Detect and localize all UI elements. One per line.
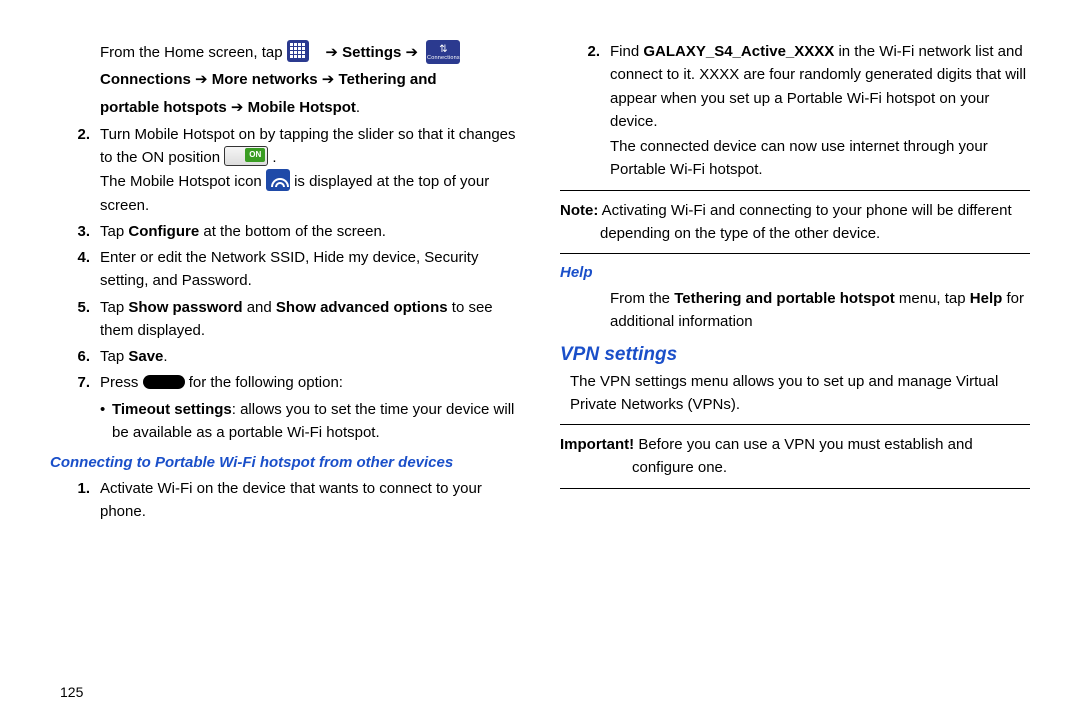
step-2-text-c: The Mobile Hotspot icon: [100, 173, 266, 190]
step-2-text-a: Turn Mobile Hotspot on by tapping the sl…: [100, 126, 516, 166]
hc: menu, tap: [895, 290, 970, 307]
step-7: 7. Press for the following option:: [50, 371, 520, 394]
nav-connections: Connections: [100, 71, 191, 88]
important-block: Important! Before you can use a VPN you …: [560, 433, 1030, 480]
timeout-label: Timeout settings: [112, 401, 232, 418]
settings-label: Settings: [342, 44, 401, 61]
hd: Help: [970, 290, 1003, 307]
important-body: Before you can use a VPN you must establ…: [632, 436, 973, 476]
s5c: and: [243, 299, 276, 316]
c-step-1-body: Activate Wi-Fi on the device that wants …: [100, 477, 520, 524]
step-3-a: Tap: [100, 223, 128, 240]
step-3-b: Configure: [128, 223, 199, 240]
vpn-body: The VPN settings menu allows you to set …: [570, 370, 1030, 417]
heading-help: Help: [560, 262, 1030, 283]
note-block: Note: Activating Wi-Fi and connecting to…: [560, 199, 1030, 246]
s6c: .: [163, 348, 167, 365]
s6b: Save: [128, 348, 163, 365]
page-number: 125: [60, 684, 83, 700]
s7a: Press: [100, 374, 143, 391]
divider-4: [560, 488, 1030, 489]
divider-3: [560, 424, 1030, 425]
nav-portable-hotspots: portable hotspots: [100, 99, 227, 116]
nav-line-2: portable hotspots ➔ Mobile Hotspot.: [100, 96, 520, 119]
connections-icon: ⇅Connections: [426, 40, 460, 64]
nav-tethering-and: Tethering and: [339, 71, 437, 88]
step-6-num: 6.: [64, 345, 90, 368]
step-7-num: 7.: [64, 371, 90, 394]
step-4: 4. Enter or edit the Network SSID, Hide …: [50, 246, 520, 293]
step-2-text-b: .: [272, 149, 276, 166]
step-2: 2. Turn Mobile Hotspot on by tapping the…: [50, 123, 520, 217]
divider-2: [560, 253, 1030, 254]
nav-line-1: Connections ➔ More networks ➔ Tethering …: [100, 68, 520, 91]
step-3-num: 3.: [64, 220, 90, 243]
s6a: Tap: [100, 348, 128, 365]
on-toggle-icon: [224, 146, 268, 166]
nav-more-networks: More networks: [212, 71, 318, 88]
ha: From the: [610, 290, 674, 307]
heading-connecting: Connecting to Portable Wi-Fi hotspot fro…: [50, 452, 520, 473]
s5d: Show advanced options: [276, 299, 448, 316]
apps-icon: [287, 40, 309, 62]
step-3: 3. Tap Configure at the bottom of the sc…: [50, 220, 520, 243]
step-4-num: 4.: [64, 246, 90, 293]
note-body: Activating Wi-Fi and connecting to your …: [598, 202, 1011, 242]
r-step-2: 2. Find GALAXY_S4_Active_XXXX in the Wi-…: [560, 40, 1030, 182]
c-step-1: 1. Activate Wi-Fi on the device that wan…: [50, 477, 520, 524]
step-3-c: at the bottom of the screen.: [199, 223, 386, 240]
s5a: Tap: [100, 299, 128, 316]
note-label: Note:: [560, 202, 598, 219]
step-5-num: 5.: [64, 296, 90, 343]
hb: Tethering and portable hotspot: [674, 290, 895, 307]
intro-pre: From the Home screen, tap: [100, 44, 287, 61]
r-step-2-num: 2.: [574, 40, 600, 182]
r2a: Find: [610, 43, 643, 60]
nav-mobile-hotspot: Mobile Hotspot: [248, 99, 356, 116]
s7b: for the following option:: [189, 374, 343, 391]
step-5: 5. Tap Show password and Show advanced o…: [50, 296, 520, 343]
c-step-1-num: 1.: [64, 477, 90, 524]
heading-vpn: VPN settings: [560, 344, 1030, 366]
s5b: Show password: [128, 299, 242, 316]
help-body: From the Tethering and portable hotspot …: [610, 287, 1030, 334]
step-7-bullet: • Timeout settings: allows you to set th…: [100, 398, 520, 445]
intro-line: From the Home screen, tap ➔ Settings ➔ ⇅…: [100, 40, 520, 64]
menu-button-icon: [143, 375, 185, 389]
divider-1: [560, 190, 1030, 191]
step-4-body: Enter or edit the Network SSID, Hide my …: [100, 246, 520, 293]
important-label: Important!: [560, 436, 634, 453]
r2b: GALAXY_S4_Active_XXXX: [643, 43, 834, 60]
step-2-num: 2.: [64, 123, 90, 217]
step-6: 6. Tap Save.: [50, 345, 520, 368]
hotspot-icon: [266, 169, 290, 191]
r2d: The connected device can now use interne…: [610, 135, 1030, 182]
